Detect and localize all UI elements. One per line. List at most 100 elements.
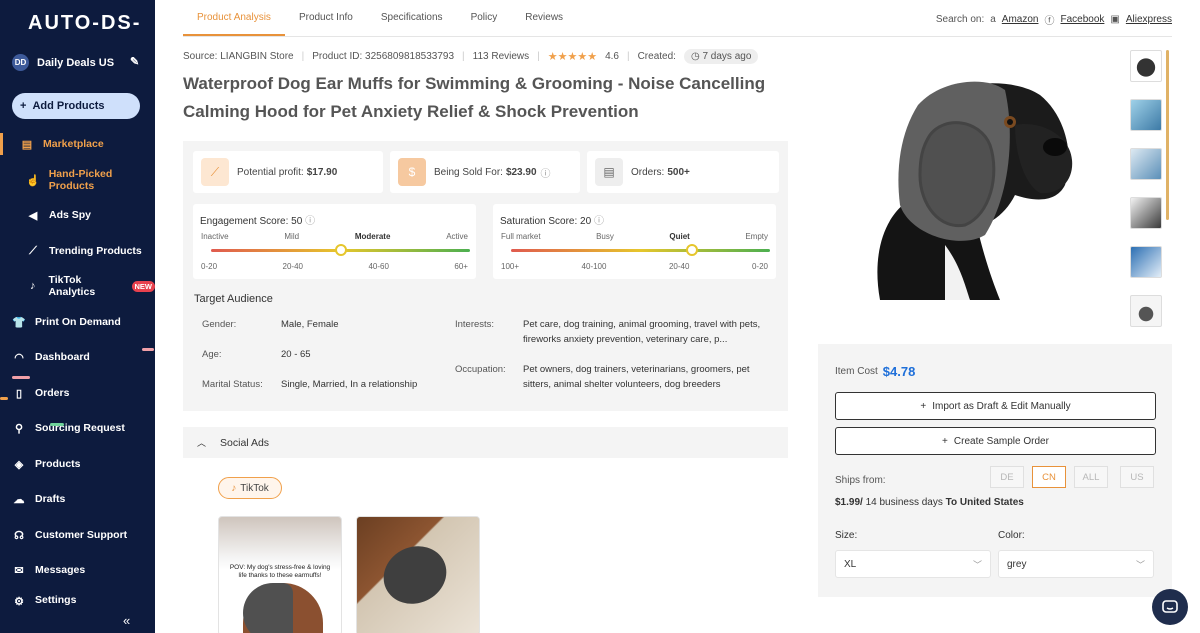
item-cost: Item Cost $4.78 — [835, 364, 915, 379]
engagement-label: Active — [446, 232, 468, 241]
amazon-link[interactable]: Amazon — [1002, 14, 1039, 25]
collapse-sidebar-icon[interactable]: « — [123, 613, 130, 628]
social-ads-header[interactable]: ︿ Social Ads — [183, 427, 788, 458]
sidebar-item-print-on-demand[interactable]: 👕 Print On Demand — [0, 311, 155, 333]
sidebar-item-ads-spy[interactable]: ◀ Ads Spy — [0, 204, 155, 226]
sample-order-label: Create Sample Order — [953, 435, 1049, 447]
product-main-image[interactable] — [850, 75, 1090, 300]
tab-product-analysis[interactable]: Product Analysis — [183, 0, 285, 36]
engagement-range: 60+ — [454, 262, 468, 271]
info-icon[interactable]: ⓘ — [594, 216, 604, 227]
box-icon: ◈ — [14, 458, 24, 471]
analysis-panel: ⟋ Potential profit: $17.90 $ Being Sold … — [183, 141, 788, 411]
saturation-score-card: Saturation Score: 20 ⓘ Full market Busy … — [493, 204, 776, 279]
ad-video-thumbnail[interactable]: POV: My dog's stress-free & loving life … — [218, 516, 342, 633]
target-audience-title: Target Audience — [194, 293, 273, 305]
sidebar-item-label: Products — [35, 458, 81, 470]
thumbnail-image[interactable] — [1130, 99, 1162, 131]
tab-product-info[interactable]: Product Info — [285, 0, 367, 36]
decoration — [12, 376, 30, 379]
thumbnail-image[interactable] — [1130, 197, 1162, 229]
item-cost-label: Item Cost — [835, 366, 878, 377]
sidebar-item-sourcing[interactable]: ⚲ Sourcing Request — [0, 417, 155, 439]
image-thumbnails — [1130, 50, 1162, 344]
store-avatar: DD — [12, 54, 29, 71]
chart-icon: ⟋ — [201, 158, 229, 186]
color-select[interactable]: grey ﹀ — [998, 550, 1154, 578]
ship-option-cn[interactable]: CN — [1032, 466, 1066, 488]
ad-video-thumbnail[interactable] — [356, 516, 480, 633]
sidebar-item-hand-picked[interactable]: ☝ Hand-Picked Products — [0, 168, 155, 192]
tiktok-icon: ♪ — [231, 482, 237, 494]
sidebar-item-drafts[interactable]: ☁ Drafts — [0, 488, 155, 510]
aliexpress-icon: ▣ — [1110, 14, 1120, 25]
thumbnail-image[interactable] — [1130, 50, 1162, 82]
gender-value: Male, Female — [281, 319, 339, 330]
decoration — [0, 397, 8, 400]
tab-specifications[interactable]: Specifications — [367, 0, 457, 36]
occupation-value: Pet owners, dog trainers, veterinarians,… — [523, 364, 750, 390]
engagement-title-text: Engagement Score: 50 — [200, 216, 303, 227]
amazon-icon: a — [990, 14, 996, 25]
store-switcher[interactable]: DD Daily Deals US ✎ — [12, 54, 139, 71]
star-rating-icon: ★★★★★ — [547, 51, 598, 63]
created-label: Created: — [637, 51, 676, 62]
sidebar-item-label: Dashboard — [35, 351, 90, 363]
plus-icon: + — [920, 400, 927, 412]
chevron-up-icon[interactable]: ︿ — [197, 436, 206, 449]
sidebar-item-orders[interactable]: ▯ Orders — [0, 382, 155, 404]
sidebar-item-products[interactable]: ◈ Products — [0, 453, 155, 475]
marital-value: Single, Married, In a relationship — [281, 379, 418, 390]
saturation-label: Empty — [745, 232, 768, 241]
tab-reviews[interactable]: Reviews — [511, 0, 577, 36]
import-draft-label: Import as Draft & Edit Manually — [932, 400, 1071, 412]
sold-for-label: Being Sold For: — [434, 166, 503, 178]
orders-card: ▤ Orders: 500+ — [587, 151, 779, 193]
tiktok-filter-button[interactable]: ♪ TikTok — [218, 477, 282, 499]
sidebar: AUTO-DS- DD Daily Deals US ✎ + Add Produ… — [0, 0, 155, 633]
new-badge: NEW — [131, 280, 155, 292]
pencil-icon[interactable]: ✎ — [130, 55, 139, 68]
tab-policy[interactable]: Policy — [457, 0, 512, 36]
sidebar-item-trending[interactable]: ⟋ Trending Products — [0, 240, 155, 262]
sold-for-value: $23.90 — [505, 166, 537, 178]
engagement-label: Mild — [284, 232, 300, 241]
ship-days: 14 business days — [865, 497, 943, 508]
thumbnail-image[interactable] — [1130, 246, 1162, 278]
chat-button[interactable] — [1152, 589, 1188, 625]
size-select[interactable]: XL ﹀ — [835, 550, 991, 578]
purchase-panel: Item Cost $4.78 + Import as Draft & Edit… — [818, 344, 1172, 597]
source-text: Source: LIANGBIN Store — [183, 51, 294, 62]
ship-option-us[interactable]: US — [1120, 466, 1154, 488]
create-sample-order-button[interactable]: + Create Sample Order — [835, 427, 1156, 455]
sidebar-item-dashboard[interactable]: ◠ Dashboard — [0, 346, 155, 368]
review-count: 113 Reviews — [472, 51, 530, 62]
info-icon[interactable]: ⓘ — [541, 165, 551, 180]
thumbnail-scrollbar[interactable] — [1166, 50, 1169, 220]
product-id: Product ID: 3256809818533793 — [312, 51, 455, 62]
chevron-down-icon: ﹀ — [972, 560, 982, 570]
sidebar-item-settings[interactable]: ⚙ Settings — [0, 594, 155, 608]
sidebar-item-messages[interactable]: ✉ Messages — [0, 559, 155, 581]
chat-icon — [1162, 600, 1178, 613]
sidebar-item-marketplace[interactable]: ▤ Marketplace — [0, 133, 155, 155]
aliexpress-link[interactable]: Aliexpress — [1126, 14, 1172, 25]
ship-option-de[interactable]: DE — [990, 466, 1024, 488]
sidebar-item-customer-support[interactable]: ☊ Customer Support — [0, 524, 155, 546]
search-on-label: Search on: — [935, 14, 985, 25]
engagement-title: Engagement Score: 50 ⓘ — [200, 212, 315, 227]
engagement-label-active: Moderate — [354, 232, 391, 241]
sidebar-item-tiktok-analytics[interactable]: ♪ TikTok Analytics NEW — [0, 274, 155, 298]
sidebar-item-label: Print On Demand — [35, 316, 121, 328]
saturation-labels: Full market Busy Quiet Empty — [501, 232, 768, 241]
import-draft-button[interactable]: + Import as Draft & Edit Manually — [835, 392, 1156, 420]
orders-label: Orders: — [631, 166, 665, 178]
thumbnail-image[interactable] — [1130, 295, 1162, 327]
add-products-button[interactable]: + Add Products — [12, 93, 140, 119]
product-title: Waterproof Dog Ear Muffs for Swimming & … — [183, 74, 766, 121]
product-tabs: Product Analysis Product Info Specificat… — [183, 0, 577, 36]
facebook-link[interactable]: Facebook — [1060, 14, 1104, 25]
thumbnail-image[interactable] — [1130, 148, 1162, 180]
info-icon[interactable]: ⓘ — [305, 216, 315, 227]
ship-option-all[interactable]: ALL — [1074, 466, 1108, 488]
